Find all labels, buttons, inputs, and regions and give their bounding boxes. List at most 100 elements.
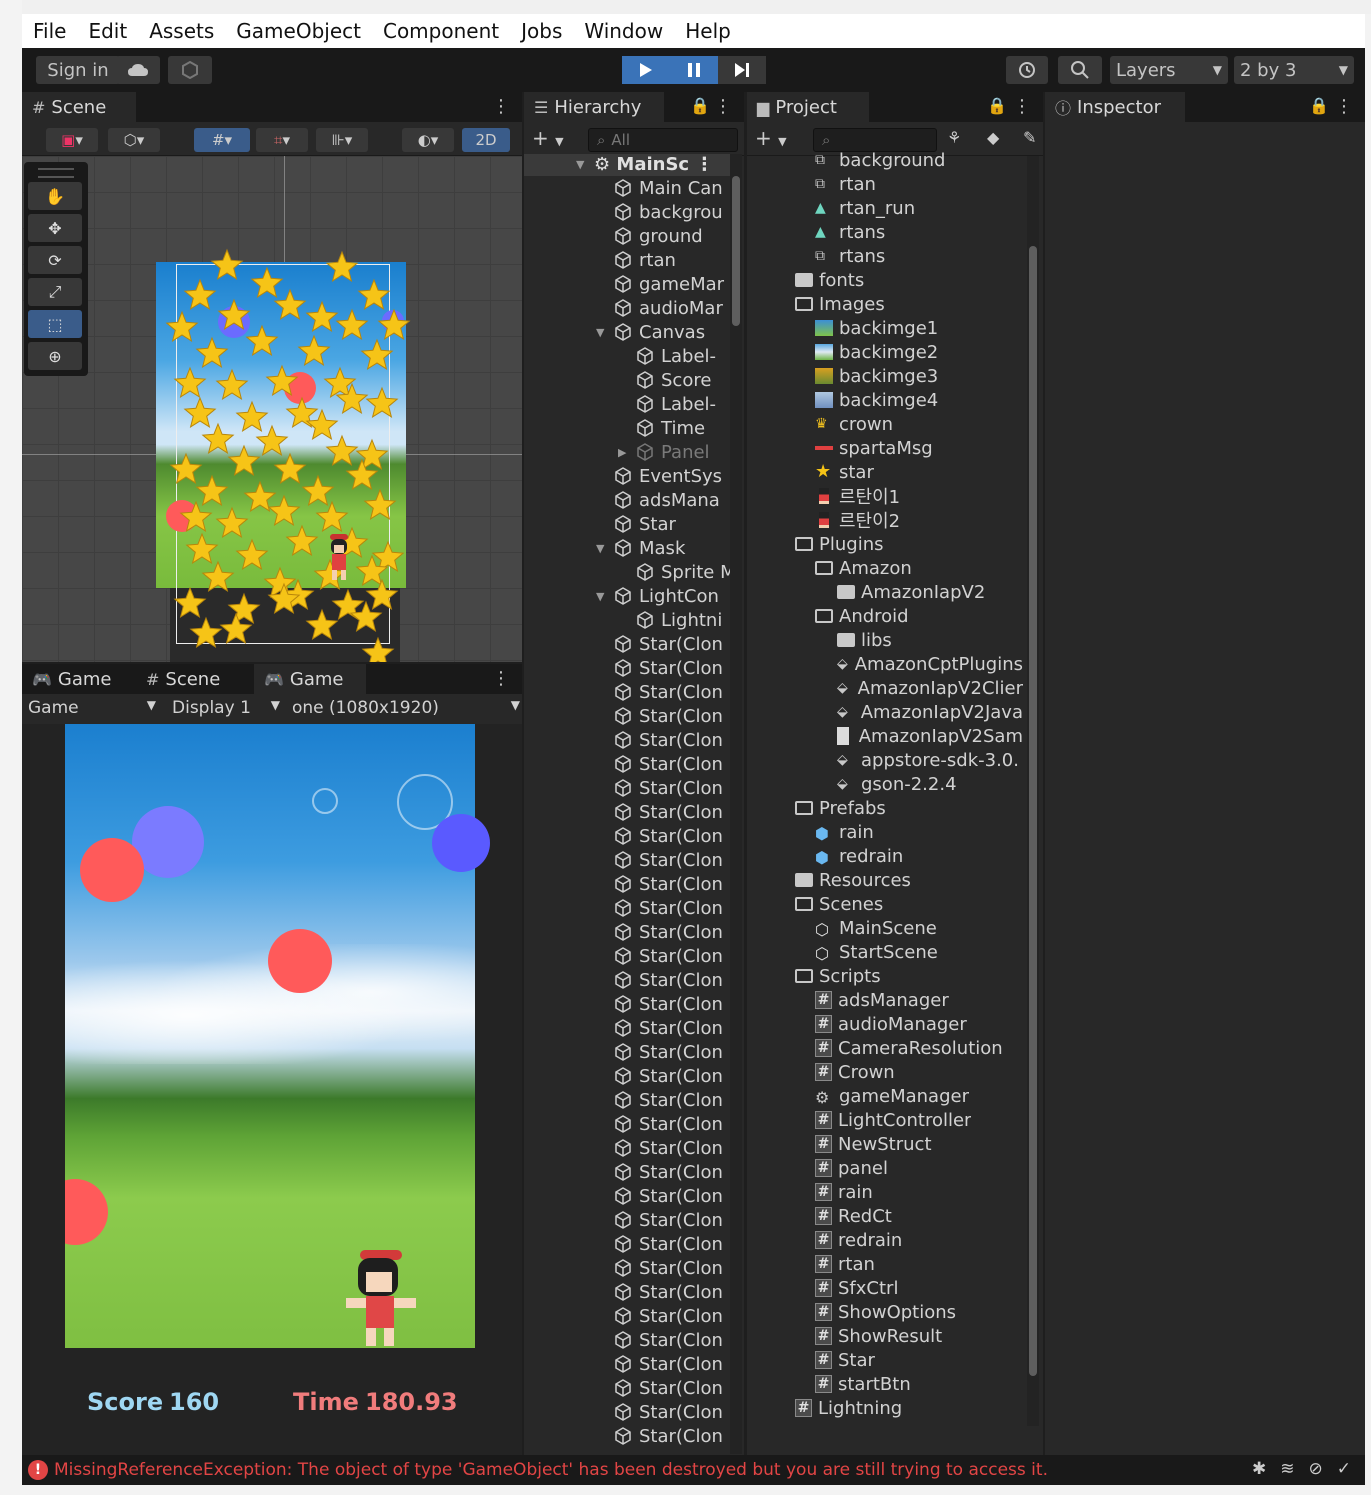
menu-gameobject[interactable]: GameObject — [225, 19, 372, 43]
hierarchy-item[interactable]: rtan — [614, 248, 676, 272]
menu-component[interactable]: Component — [372, 19, 510, 43]
render-mode-dropdown[interactable]: ◐ ▾ — [402, 128, 454, 152]
project-item[interactable]: ▶♛crown — [815, 412, 893, 436]
project-item[interactable]: # LightController — [815, 1108, 971, 1132]
project-item[interactable]: ▼Plugins — [795, 532, 883, 556]
hierarchy-item[interactable]: EventSys — [614, 464, 722, 488]
hierarchy-item-star-clone[interactable]: Star(Clon — [614, 944, 723, 968]
project-item[interactable]: ▶backimge3 — [815, 364, 938, 388]
sign-in-button[interactable]: Sign in — [36, 56, 120, 84]
debug-icon[interactable]: ✱ — [1252, 1459, 1266, 1479]
hierarchy-item-star-clone[interactable]: Star(Clon — [614, 1352, 723, 1376]
hierarchy-item[interactable]: adsMana — [614, 488, 720, 512]
hierarchy-item-star-clone[interactable]: Star(Clon — [614, 1016, 723, 1040]
layout-dropdown[interactable]: 2 by 3 ▼ — [1234, 56, 1354, 84]
transform-tool-button[interactable]: ⊕ — [28, 342, 82, 370]
hierarchy-item-star-clone[interactable]: Star(Clon — [614, 1184, 723, 1208]
project-item[interactable]: ▶backimge2 — [815, 340, 938, 364]
network-icon[interactable]: ⊘ — [1309, 1459, 1323, 1479]
filter-type-icon[interactable]: ⚘ — [947, 128, 961, 147]
tab-scene-2[interactable]: # Scene — [136, 664, 248, 694]
more-menu-icon[interactable]: ⋮ — [1335, 96, 1353, 117]
project-item[interactable]: # Lightning — [795, 1396, 902, 1420]
project-item[interactable]: ▼Images — [795, 292, 885, 316]
project-item[interactable]: ⬙ AmazonIapV2Java — [837, 700, 1023, 724]
hierarchy-item-star-clone[interactable]: Star(Clon — [614, 680, 723, 704]
project-item[interactable]: # SfxCtrl — [815, 1276, 898, 1300]
menu-edit[interactable]: Edit — [77, 19, 138, 43]
project-item[interactable]: ⬙ appstore-sdk-3.0. — [837, 748, 1019, 772]
project-item[interactable]: # startBtn — [815, 1372, 911, 1396]
hierarchy-item[interactable]: Label- — [636, 392, 716, 416]
project-item[interactable]: ▶backimge1 — [815, 316, 938, 340]
expand-arrow-icon[interactable]: ▼ — [596, 590, 604, 603]
project-item[interactable]: # NewStruct — [815, 1132, 932, 1156]
more-menu-icon[interactable]: ⋮ — [1013, 96, 1031, 117]
expand-arrow-icon[interactable]: ▼ — [596, 326, 604, 339]
hierarchy-item-star-clone[interactable]: Star(Clon — [614, 848, 723, 872]
tab-inspector[interactable]: ⓘ Inspector — [1045, 92, 1185, 122]
hierarchy-item-star-clone[interactable]: Star(Clon — [614, 992, 723, 1016]
scene-header-row[interactable]: ▼ ⚙ MainSc ⋮ — [524, 154, 734, 176]
hierarchy-item-star-clone[interactable]: Star(Clon — [614, 1424, 723, 1448]
search-button[interactable] — [1058, 56, 1102, 84]
hierarchy-item-star-clone[interactable]: Star(Clon — [614, 1304, 723, 1328]
more-menu-icon[interactable]: ⋮ — [714, 96, 732, 117]
more-menu-icon[interactable]: ⋮ — [492, 668, 510, 689]
layers-dropdown[interactable]: Layers ▼ — [1110, 56, 1228, 84]
project-item[interactable]: ▶AmazonIapV2 — [837, 580, 985, 604]
hierarchy-item[interactable]: Star — [614, 512, 676, 536]
expand-arrow-icon[interactable]: ▼ — [596, 542, 604, 555]
project-item[interactable]: ▶libs — [837, 628, 892, 652]
lock-icon[interactable]: 🔒 — [1309, 96, 1329, 115]
hierarchy-item[interactable]: ▼ Canvas — [596, 320, 705, 344]
project-item[interactable]: # panel — [815, 1156, 888, 1180]
hierarchy-item-star-clone[interactable]: Star(Clon — [614, 1280, 723, 1304]
menu-assets[interactable]: Assets — [138, 19, 225, 43]
hierarchy-item[interactable]: Label- — [636, 344, 716, 368]
hierarchy-item[interactable]: audioMar — [614, 296, 723, 320]
project-item[interactable]: ⚙ gameManager — [815, 1084, 969, 1108]
project-item[interactable]: AmazonIapV2Sam — [837, 724, 1023, 748]
step-button[interactable] — [718, 56, 766, 84]
expand-arrow-icon[interactable]: ▶ — [618, 446, 626, 459]
hierarchy-item-star-clone[interactable]: Star(Clon — [614, 824, 723, 848]
project-item[interactable]: ▼Scenes — [795, 892, 883, 916]
hierarchy-item-star-clone[interactable]: Star(Clon — [614, 1040, 723, 1064]
expand-arrow-icon[interactable]: ▼ — [576, 158, 584, 171]
project-item[interactable]: # Star — [815, 1348, 875, 1372]
menu-jobs[interactable]: Jobs — [510, 19, 573, 43]
rect-tool-button[interactable]: ⬚ — [28, 310, 82, 338]
hierarchy-scrollbar[interactable] — [730, 154, 742, 1454]
project-item[interactable]: ▶spartaMsg — [815, 436, 933, 460]
hierarchy-item-star-clone[interactable]: Star(Clon — [614, 776, 723, 800]
hierarchy-item-star-clone[interactable]: Star(Clon — [614, 1400, 723, 1424]
project-item[interactable]: ⬡ StartScene — [815, 940, 938, 964]
hierarchy-item-star-clone[interactable]: Star(Clon — [614, 1112, 723, 1136]
hierarchy-item[interactable]: ground — [614, 224, 703, 248]
hierarchy-item-star-clone[interactable]: Star(Clon — [614, 1376, 723, 1400]
hierarchy-item[interactable]: Score — [636, 368, 711, 392]
hierarchy-item[interactable]: ▼ LightCon — [596, 584, 719, 608]
hierarchy-item-star-clone[interactable]: Star(Clon — [614, 1088, 723, 1112]
lock-icon[interactable]: 🔒 — [987, 96, 1007, 115]
project-item[interactable]: ▶fonts — [795, 268, 864, 292]
project-item[interactable]: # ShowResult — [815, 1324, 942, 1348]
tab-project[interactable]: ▆ Project — [747, 92, 869, 122]
hierarchy-item-star-clone[interactable]: Star(Clon — [614, 896, 723, 920]
scene-viewport[interactable]: ✋ ✥ ⟳ ⤢ ⬚ ⊕ — [22, 156, 522, 662]
project-item[interactable]: ▶르탄이1 — [815, 484, 900, 508]
collab-button[interactable] — [168, 56, 212, 84]
display-select[interactable]: Display 1 ▼ — [172, 698, 280, 718]
menu-file[interactable]: File — [22, 19, 77, 43]
resolution-select[interactable]: one (1080x1920) ▼ — [292, 698, 520, 718]
hierarchy-item-star-clone[interactable]: Star(Clon — [614, 1328, 723, 1352]
hierarchy-item[interactable]: Sprite M — [636, 560, 736, 584]
hierarchy-item[interactable]: Main Can — [614, 176, 723, 200]
hierarchy-item-star-clone[interactable]: Star(Clon — [614, 920, 723, 944]
project-item[interactable]: ⧉ rtans — [815, 244, 885, 268]
project-item[interactable]: ▲ rtan_run — [815, 196, 915, 220]
project-item[interactable]: # rtan — [815, 1252, 875, 1276]
project-item[interactable]: ▼Amazon — [815, 556, 912, 580]
hierarchy-item-star-clone[interactable]: Star(Clon — [614, 632, 723, 656]
